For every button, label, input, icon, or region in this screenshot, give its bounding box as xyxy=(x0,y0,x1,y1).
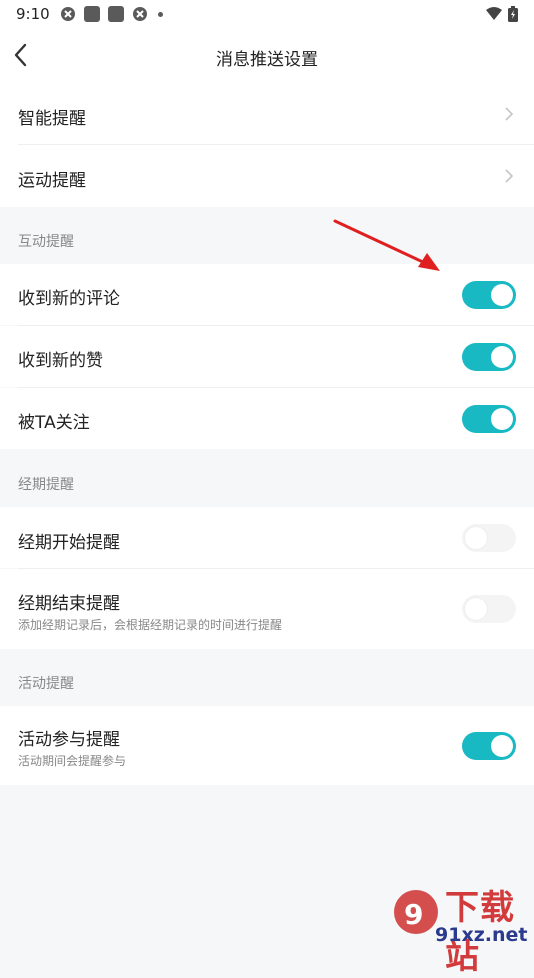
toggle-switch-period-end[interactable] xyxy=(462,595,516,623)
wifi-icon xyxy=(486,7,502,20)
chevron-right-icon xyxy=(505,169,514,183)
list-item-label: 经期开始提醒 xyxy=(18,533,120,553)
toggle-knob xyxy=(491,408,513,430)
list-item-label: 收到新的评论 xyxy=(18,289,120,309)
notification-icons xyxy=(60,6,163,22)
app-notification-icon xyxy=(108,6,124,22)
more-notifications-icon xyxy=(158,11,163,17)
list-item-activity-participation: 活动参与提醒 活动期间会提醒参与 xyxy=(0,706,534,785)
svg-text:9: 9 xyxy=(404,898,423,931)
watermark-domain: 91xz.net xyxy=(435,924,528,946)
list-item-label: 被TA关注 xyxy=(18,413,90,433)
section-header-period: 经期提醒 xyxy=(18,477,74,493)
list-item-label: 经期结束提醒 xyxy=(18,594,120,614)
chevron-right-icon xyxy=(505,107,514,121)
list-item-new-like: 收到新的赞 xyxy=(0,326,534,387)
section-header-activity: 活动提醒 xyxy=(18,676,74,692)
list-item-smart-reminder[interactable]: 智能提醒 xyxy=(0,84,534,145)
system-icons xyxy=(486,6,518,22)
list-item-period-start: 经期开始提醒 xyxy=(0,507,534,568)
annotation-arrow-icon xyxy=(333,219,440,271)
toggle-knob xyxy=(491,735,513,757)
toggle-knob xyxy=(491,284,513,306)
top-app-bar: 消息推送设置 xyxy=(0,28,534,84)
toggle-switch-activity-participation[interactable] xyxy=(462,732,516,760)
status-time: 9:10 xyxy=(16,5,50,23)
list-item-label: 收到新的赞 xyxy=(18,351,103,371)
list-item-label: 智能提醒 xyxy=(18,109,86,129)
list-item-new-comment: 收到新的评论 xyxy=(0,264,534,325)
list-item-period-end: 经期结束提醒 添加经期记录后，会根据经期记录的时间进行提醒 xyxy=(0,569,534,649)
toggle-knob xyxy=(465,598,487,620)
list-item-description: 添加经期记录后，会根据经期记录的时间进行提醒 xyxy=(18,618,283,632)
app-notification-icon xyxy=(133,7,147,21)
toggle-switch-new-follower[interactable] xyxy=(462,405,516,433)
list-item-new-follower: 被TA关注 xyxy=(0,388,534,449)
app-notification-icon xyxy=(61,7,75,21)
toggle-knob xyxy=(491,346,513,368)
status-bar: 9:10 xyxy=(0,0,534,28)
list-item-exercise-reminder[interactable]: 运动提醒 xyxy=(0,145,534,207)
list-item-description: 活动期间会提醒参与 xyxy=(18,754,127,768)
toggle-switch-period-start[interactable] xyxy=(462,524,516,552)
toggle-switch-new-comment[interactable] xyxy=(462,281,516,309)
toggle-switch-new-like[interactable] xyxy=(462,343,516,371)
toggle-knob xyxy=(465,527,487,549)
page-title: 消息推送设置 xyxy=(216,50,318,70)
list-item-label: 运动提醒 xyxy=(18,171,86,191)
battery-icon xyxy=(508,6,518,22)
list-item-label: 活动参与提醒 xyxy=(18,730,120,750)
section-header-interaction: 互动提醒 xyxy=(18,234,74,250)
app-notification-icon xyxy=(84,6,100,22)
